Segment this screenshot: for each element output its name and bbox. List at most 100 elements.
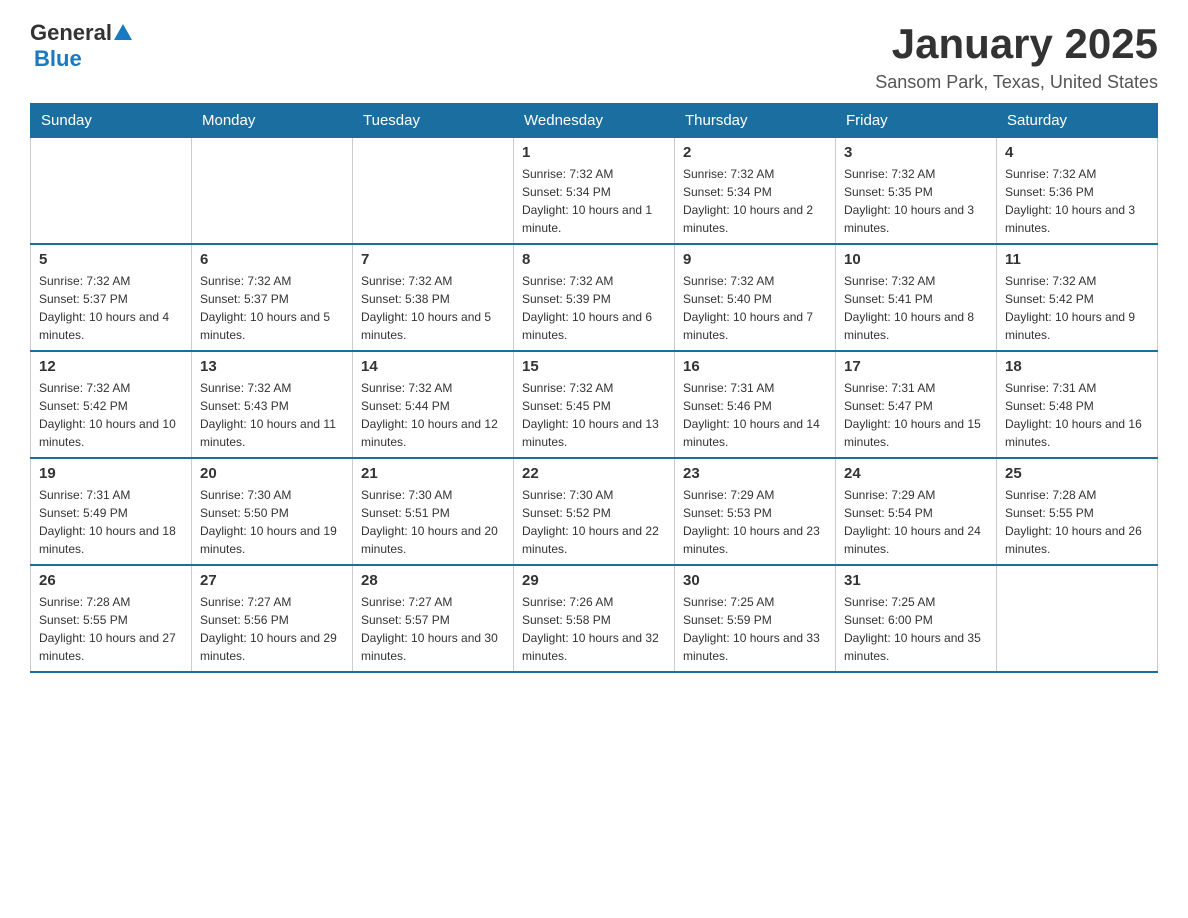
day-number: 9 [683, 251, 827, 268]
day-number: 31 [844, 572, 988, 589]
day-number: 27 [200, 572, 344, 589]
calendar-cell: 25Sunrise: 7:28 AMSunset: 5:55 PMDayligh… [997, 458, 1158, 565]
day-info: Sunrise: 7:31 AMSunset: 5:47 PMDaylight:… [844, 379, 988, 451]
day-number: 16 [683, 358, 827, 375]
day-info: Sunrise: 7:32 AMSunset: 5:43 PMDaylight:… [200, 379, 344, 451]
calendar-cell: 14Sunrise: 7:32 AMSunset: 5:44 PMDayligh… [353, 351, 514, 458]
day-number: 19 [39, 465, 183, 482]
calendar-cell: 22 Sunrise: 7:30 AMSunset: 5:52 PMDayligh… [514, 458, 675, 565]
day-info: Sunrise: 7:31 AMSunset: 5:46 PMDaylight:… [683, 379, 827, 451]
calendar-cell: 21 Sunrise: 7:30 AMSunset: 5:51 PMDayligh… [353, 458, 514, 565]
day-info: Sunrise: 7:26 AMSunset: 5:58 PMDaylight:… [522, 593, 666, 665]
day-info: Sunrise: 7:32 AMSunset: 5:41 PMDaylight:… [844, 272, 988, 344]
day-info: Sunrise: 7:32 AMSunset: 5:37 PMDaylight:… [200, 272, 344, 344]
day-info: Sunrise: 7:27 AMSunset: 5:56 PMDaylight:… [200, 593, 344, 665]
calendar-week-4: 19 Sunrise: 7:31 AMSunset: 5:49 PMDayligh… [31, 458, 1158, 565]
logo-icon [112, 22, 134, 44]
page-header: General Blue January 2025 Sansom Park, T… [30, 20, 1158, 93]
logo-blue-text: Blue [34, 46, 82, 72]
day-info: Sunrise: 7:32 AMSunset: 5:36 PMDaylight:… [1005, 165, 1149, 237]
calendar-cell: 12Sunrise: 7:32 AMSunset: 5:42 PMDayligh… [31, 351, 192, 458]
day-number: 8 [522, 251, 666, 268]
calendar-cell: 2 Sunrise: 7:32 AMSunset: 5:34 PMDaylight… [675, 138, 836, 245]
calendar-cell: 27 Sunrise: 7:27 AMSunset: 5:56 PMDayligh… [192, 565, 353, 672]
day-info: Sunrise: 7:32 AMSunset: 5:42 PMDaylight:… [39, 379, 183, 451]
day-number: 22 [522, 465, 666, 482]
weekday-header-friday: Friday [836, 104, 997, 138]
day-number: 26 [39, 572, 183, 589]
day-number: 6 [200, 251, 344, 268]
weekday-header-tuesday: Tuesday [353, 104, 514, 138]
day-info: Sunrise: 7:30 AMSunset: 5:50 PMDaylight:… [200, 486, 344, 558]
day-info: Sunrise: 7:29 AMSunset: 5:53 PMDaylight:… [683, 486, 827, 558]
calendar-cell: 3Sunrise: 7:32 AMSunset: 5:35 PMDaylight… [836, 138, 997, 245]
calendar-cell: 18Sunrise: 7:31 AMSunset: 5:48 PMDayligh… [997, 351, 1158, 458]
day-number: 1 [522, 144, 666, 161]
calendar-cell: 26 Sunrise: 7:28 AMSunset: 5:55 PMDayligh… [31, 565, 192, 672]
day-number: 7 [361, 251, 505, 268]
calendar-cell: 6 Sunrise: 7:32 AMSunset: 5:37 PMDaylight… [192, 244, 353, 351]
month-title: January 2025 [875, 20, 1158, 68]
calendar-cell: 31Sunrise: 7:25 AMSunset: 6:00 PMDayligh… [836, 565, 997, 672]
weekday-header-sunday: Sunday [31, 104, 192, 138]
day-info: Sunrise: 7:30 AMSunset: 5:52 PMDaylight:… [522, 486, 666, 558]
day-number: 5 [39, 251, 183, 268]
day-info: Sunrise: 7:28 AMSunset: 5:55 PMDaylight:… [39, 593, 183, 665]
calendar-week-5: 26 Sunrise: 7:28 AMSunset: 5:55 PMDayligh… [31, 565, 1158, 672]
day-info: Sunrise: 7:27 AMSunset: 5:57 PMDaylight:… [361, 593, 505, 665]
calendar-cell: 23 Sunrise: 7:29 AMSunset: 5:53 PMDayligh… [675, 458, 836, 565]
day-number: 24 [844, 465, 988, 482]
calendar-cell: 8Sunrise: 7:32 AMSunset: 5:39 PMDaylight… [514, 244, 675, 351]
weekday-header-monday: Monday [192, 104, 353, 138]
day-number: 13 [200, 358, 344, 375]
calendar-week-2: 5 Sunrise: 7:32 AMSunset: 5:37 PMDaylight… [31, 244, 1158, 351]
day-number: 11 [1005, 251, 1149, 268]
title-section: January 2025 Sansom Park, Texas, United … [875, 20, 1158, 93]
location-subtitle: Sansom Park, Texas, United States [875, 72, 1158, 93]
day-number: 23 [683, 465, 827, 482]
day-number: 4 [1005, 144, 1149, 161]
calendar-cell: 19 Sunrise: 7:31 AMSunset: 5:49 PMDayligh… [31, 458, 192, 565]
day-info: Sunrise: 7:32 AMSunset: 5:44 PMDaylight:… [361, 379, 505, 451]
day-info: Sunrise: 7:32 AMSunset: 5:34 PMDaylight:… [683, 165, 827, 237]
day-number: 17 [844, 358, 988, 375]
calendar-cell [997, 565, 1158, 672]
calendar-cell: 10 Sunrise: 7:32 AMSunset: 5:41 PMDayligh… [836, 244, 997, 351]
day-info: Sunrise: 7:30 AMSunset: 5:51 PMDaylight:… [361, 486, 505, 558]
day-info: Sunrise: 7:32 AMSunset: 5:40 PMDaylight:… [683, 272, 827, 344]
day-number: 30 [683, 572, 827, 589]
day-number: 25 [1005, 465, 1149, 482]
day-info: Sunrise: 7:32 AMSunset: 5:45 PMDaylight:… [522, 379, 666, 451]
calendar-cell: 29Sunrise: 7:26 AMSunset: 5:58 PMDayligh… [514, 565, 675, 672]
calendar-cell: 30 Sunrise: 7:25 AMSunset: 5:59 PMDayligh… [675, 565, 836, 672]
day-info: Sunrise: 7:31 AMSunset: 5:49 PMDaylight:… [39, 486, 183, 558]
calendar-cell: 24 Sunrise: 7:29 AMSunset: 5:54 PMDayligh… [836, 458, 997, 565]
calendar-cell: 11 Sunrise: 7:32 AMSunset: 5:42 PMDayligh… [997, 244, 1158, 351]
weekday-header-thursday: Thursday [675, 104, 836, 138]
day-number: 2 [683, 144, 827, 161]
weekday-header-wednesday: Wednesday [514, 104, 675, 138]
logo: General Blue [30, 20, 134, 72]
day-number: 20 [200, 465, 344, 482]
day-info: Sunrise: 7:29 AMSunset: 5:54 PMDaylight:… [844, 486, 988, 558]
calendar-cell: 16 Sunrise: 7:31 AMSunset: 5:46 PMDayligh… [675, 351, 836, 458]
day-number: 28 [361, 572, 505, 589]
calendar-cell: 15 Sunrise: 7:32 AMSunset: 5:45 PMDayligh… [514, 351, 675, 458]
calendar-week-3: 12Sunrise: 7:32 AMSunset: 5:42 PMDayligh… [31, 351, 1158, 458]
calendar-cell: 20 Sunrise: 7:30 AMSunset: 5:50 PMDayligh… [192, 458, 353, 565]
day-info: Sunrise: 7:32 AMSunset: 5:35 PMDaylight:… [844, 165, 988, 237]
calendar-cell: 5 Sunrise: 7:32 AMSunset: 5:37 PMDaylight… [31, 244, 192, 351]
calendar-cell: 9 Sunrise: 7:32 AMSunset: 5:40 PMDaylight… [675, 244, 836, 351]
day-info: Sunrise: 7:32 AMSunset: 5:38 PMDaylight:… [361, 272, 505, 344]
day-number: 10 [844, 251, 988, 268]
day-info: Sunrise: 7:25 AMSunset: 5:59 PMDaylight:… [683, 593, 827, 665]
calendar-cell: 13 Sunrise: 7:32 AMSunset: 5:43 PMDayligh… [192, 351, 353, 458]
day-info: Sunrise: 7:32 AMSunset: 5:37 PMDaylight:… [39, 272, 183, 344]
calendar-cell [353, 138, 514, 245]
day-info: Sunrise: 7:32 AMSunset: 5:42 PMDaylight:… [1005, 272, 1149, 344]
calendar-cell: 17 Sunrise: 7:31 AMSunset: 5:47 PMDayligh… [836, 351, 997, 458]
calendar-cell [31, 138, 192, 245]
day-number: 15 [522, 358, 666, 375]
calendar-cell: 28 Sunrise: 7:27 AMSunset: 5:57 PMDayligh… [353, 565, 514, 672]
day-number: 21 [361, 465, 505, 482]
